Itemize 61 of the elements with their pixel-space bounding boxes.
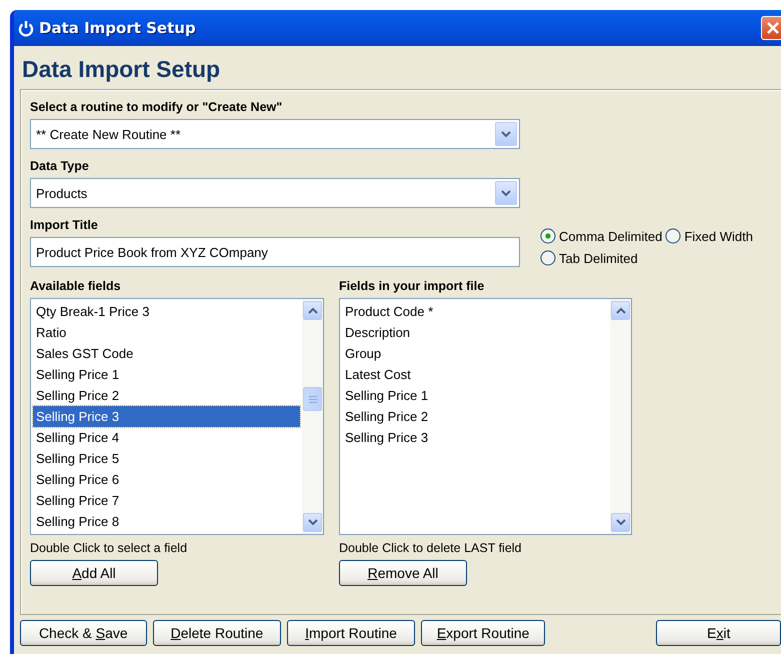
- list-item[interactable]: Qty Break-1 Price 3: [33, 301, 300, 322]
- list-button[interactable]: Remove All: [339, 560, 467, 586]
- scrollbar[interactable]: [302, 299, 323, 534]
- action-button[interactable]: Delete Routine: [152, 620, 282, 646]
- scroll-down-button[interactable]: [303, 513, 322, 532]
- list-item[interactable]: Selling Price 7: [33, 490, 300, 511]
- page-heading: Data Import Setup: [21, 55, 222, 84]
- format-radio[interactable]: Tab Delimited: [540, 250, 638, 266]
- scroll-down-button[interactable]: [611, 513, 630, 532]
- chevron-down-icon: [501, 130, 511, 138]
- format-radio[interactable]: Comma Delimited: [540, 228, 662, 244]
- chevron-up-icon: [308, 307, 318, 314]
- chevron-down-icon: [308, 519, 318, 526]
- hint-text: Double Click to delete LAST field: [339, 541, 523, 555]
- list-item[interactable]: Selling Price 2: [342, 406, 608, 427]
- power-icon: [18, 20, 34, 36]
- scrollbar[interactable]: [610, 299, 631, 534]
- list-label: Fields in your import file: [339, 279, 486, 293]
- scroll-up-button[interactable]: [303, 301, 322, 320]
- dropdown-button[interactable]: [495, 122, 517, 146]
- list-button[interactable]: Add All: [30, 560, 158, 586]
- chevron-up-icon: [616, 307, 626, 314]
- list-item[interactable]: Selling Price 5: [33, 448, 300, 469]
- action-button[interactable]: Exit: [656, 620, 781, 646]
- list-item[interactable]: Selling Price 3: [342, 427, 608, 448]
- list-item[interactable]: Ratio: [33, 322, 300, 343]
- list-item[interactable]: Selling Price 4: [33, 427, 300, 448]
- grip-icon: [308, 396, 316, 402]
- list-item[interactable]: Selling Price 8: [33, 511, 300, 532]
- list-item[interactable]: Selling Price 1: [342, 385, 608, 406]
- list-item[interactable]: Product Code *: [342, 301, 608, 322]
- action-button[interactable]: Export Routine: [420, 620, 546, 646]
- hint-text: Double Click to select a field: [30, 541, 188, 555]
- format-radio[interactable]: Fixed Width: [665, 228, 753, 244]
- field-label: Select a routine to modify or "Create New": [30, 100, 284, 114]
- window-title: Data Import Setup: [39, 19, 197, 37]
- import-title-field[interactable]: Product Price Book from XYZ COmpany: [30, 237, 520, 267]
- field-list[interactable]: Qty Break-1 Price 3 Ratio Sales GST Code Selling Price 1 Selling Price 2 Selling Price 3 Selling Price 4 Selling Price 5 Selling Price 6 Selling Price 7 Selling Price 8: [30, 298, 324, 535]
- action-button[interactable]: Check & Save: [20, 620, 147, 646]
- list-item[interactable]: Group: [342, 343, 608, 364]
- close-icon: [767, 22, 779, 34]
- dropdown-button[interactable]: [495, 181, 517, 205]
- list-item[interactable]: Selling Price 6: [33, 469, 300, 490]
- routine-dropdown[interactable]: ** Create New Routine **: [30, 119, 520, 149]
- field-label: Data Type: [30, 159, 90, 173]
- action-button[interactable]: Import Routine: [287, 620, 415, 646]
- data-type-dropdown[interactable]: Products: [30, 178, 520, 208]
- list-item[interactable]: Selling Price 2: [33, 385, 300, 406]
- field-list[interactable]: Product Code * Description Group Latest Cost Selling Price 1 Selling Price 2 Selling Price 3: [339, 298, 632, 535]
- chevron-down-icon: [501, 190, 511, 196]
- scroll-thumb[interactable]: [303, 387, 322, 411]
- list-item[interactable]: Selling Price 1: [33, 364, 300, 385]
- close-button[interactable]: [761, 16, 781, 40]
- list-item[interactable]: Sales GST Code: [33, 343, 300, 364]
- list-item[interactable]: Selling Price 3: [33, 406, 300, 427]
- scroll-up-button[interactable]: [611, 301, 630, 320]
- list-label: Available fields: [30, 279, 122, 293]
- chevron-down-icon: [616, 519, 626, 526]
- list-item[interactable]: Description: [342, 322, 608, 343]
- list-item[interactable]: Latest Cost: [342, 364, 608, 385]
- field-label: Import Title: [30, 218, 99, 232]
